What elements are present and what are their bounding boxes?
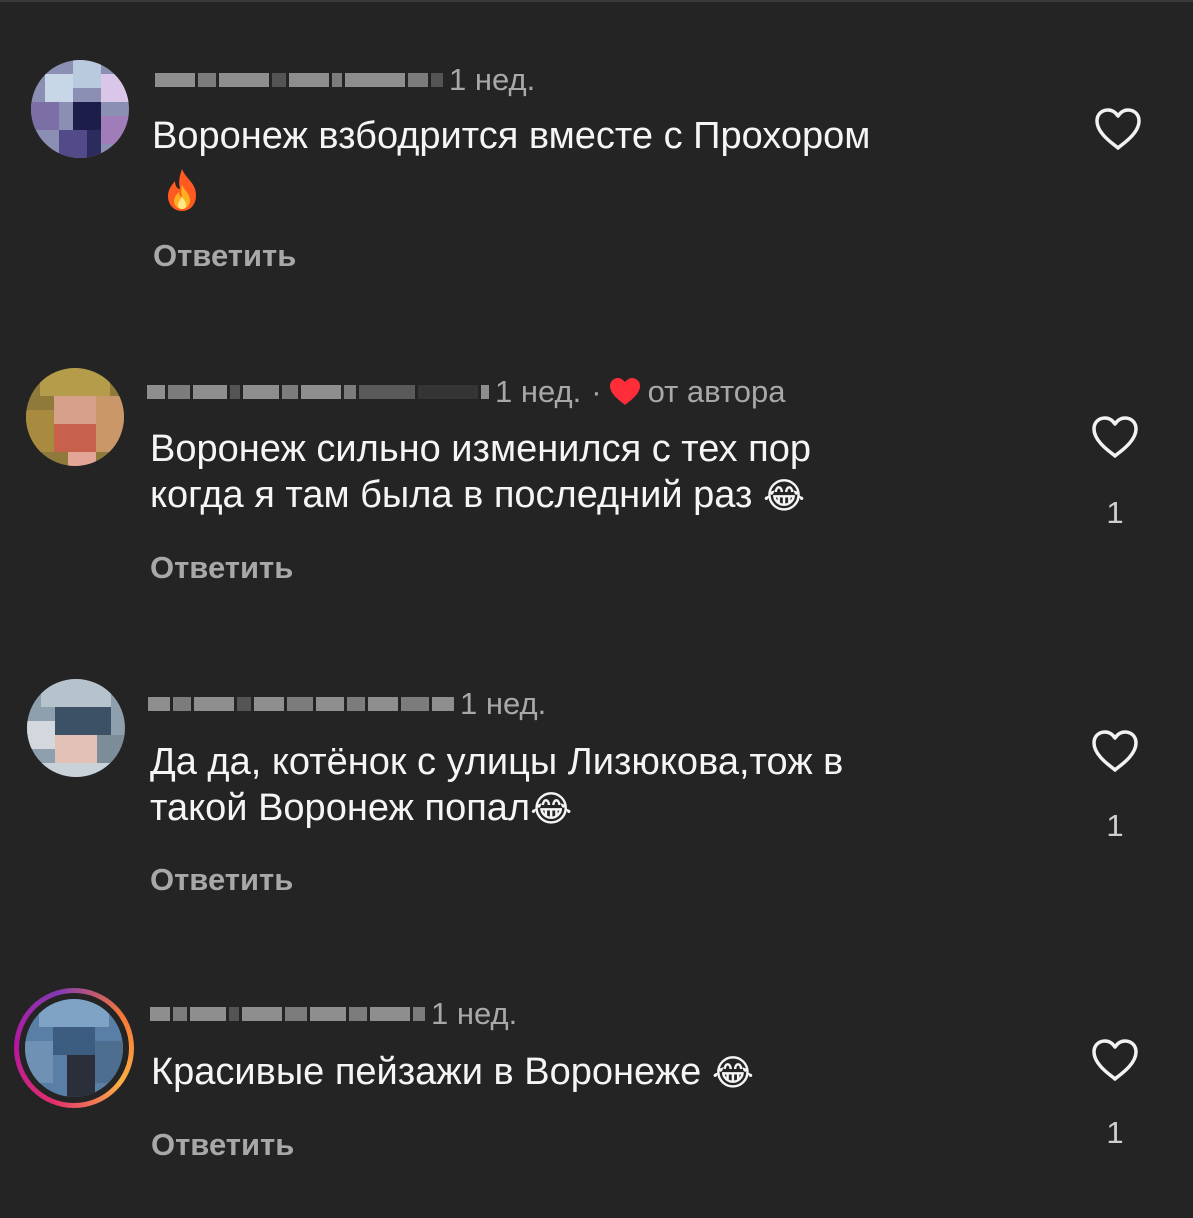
comment-meta: 1 нед. <box>150 996 517 1032</box>
blurred-username[interactable] <box>150 1001 425 1027</box>
comment-time: 1 нед. <box>431 996 518 1031</box>
tears-of-joy-emoji-icon: 😂 <box>711 1052 754 1094</box>
comment-text: Красивые пейзажи в Воронеже 😂 <box>151 1049 754 1097</box>
like-count: 1 <box>1106 1115 1124 1150</box>
reply-button[interactable]: Ответить <box>151 1127 294 1163</box>
comment-text-line: Красивые пейзажи в Воронеже <box>151 1051 702 1093</box>
avatar[interactable] <box>25 999 123 1097</box>
comment-item: 1 нед. Красивые пейзажи в Воронеже 😂 Отв… <box>0 0 1193 1218</box>
heart-outline-icon[interactable] <box>1090 1037 1140 1083</box>
